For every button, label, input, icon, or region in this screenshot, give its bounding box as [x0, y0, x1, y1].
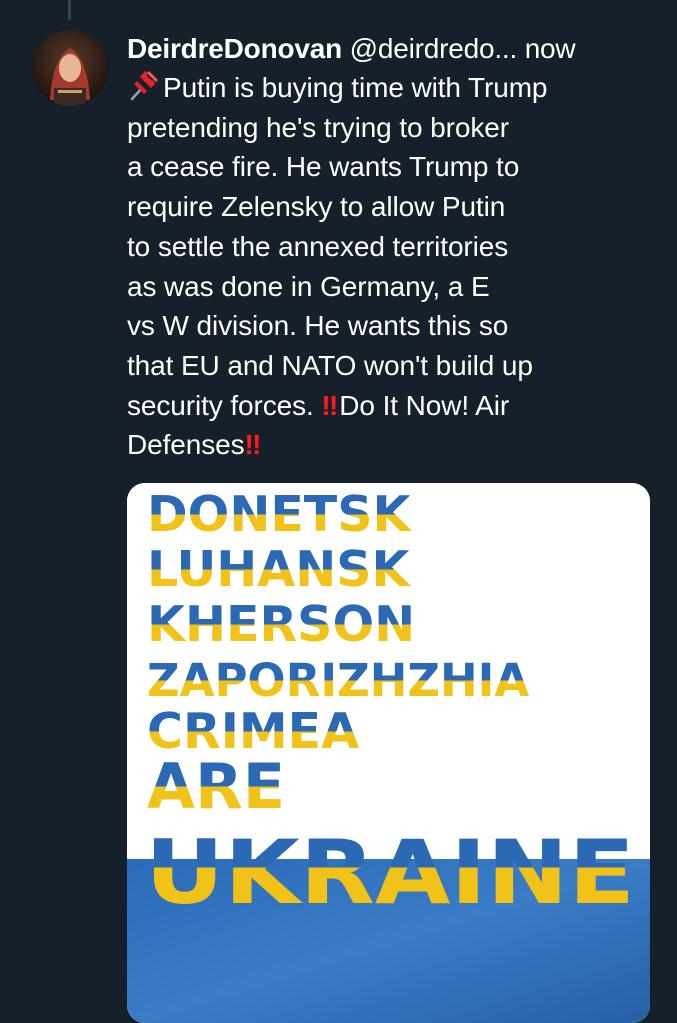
- tweet-text-line-5: to settle the annexed territories: [127, 230, 509, 262]
- tweet-text-line-7: vs W division. He wants this so: [127, 310, 509, 342]
- double-exclamation-icon: ‼: [321, 389, 338, 421]
- avatar[interactable]: [32, 30, 108, 106]
- tweet-text-line-2: pretending he's trying to broker: [127, 111, 509, 143]
- display-name[interactable]: DeirdreDonovan: [127, 33, 342, 64]
- ukraine-poster: DONETSK LUHANSK KHERSON ZAPORIZHZHIA CRI…: [127, 483, 650, 1023]
- tweet-text-line-3: a cease fire. He wants Trump to: [127, 151, 520, 183]
- tweet-header: DeirdreDonovan @deirdredo... now: [127, 30, 657, 68]
- avatar-image: [32, 30, 108, 106]
- tweet-text-line: Putin is buying time with Trump: [127, 68, 657, 108]
- timestamp[interactable]: now: [525, 33, 576, 64]
- tweet-text-line-6: as was done in Germany, a E: [127, 270, 490, 302]
- tweet-text-segment: Defenses: [127, 429, 245, 461]
- poster-word-kherson: KHERSON: [147, 596, 415, 653]
- poster-word-luhansk: LUHANSK: [147, 541, 411, 598]
- pushpin-icon: [127, 69, 163, 101]
- tweet-text-segment: security forces.: [127, 389, 314, 421]
- tweet-media-image[interactable]: DONETSK LUHANSK KHERSON ZAPORIZHZHIA CRI…: [127, 483, 650, 1023]
- thread-connector-line: [68, 0, 71, 20]
- tweet-text-line-8: that EU and NATO won't build up: [127, 349, 533, 381]
- poster-word-donetsk: DONETSK: [147, 486, 413, 543]
- poster-word-zaporizhzhia: ZAPORIZHZHIA: [147, 654, 529, 707]
- tweet-text-segment: Do It Now! Air: [339, 389, 510, 421]
- poster-word-are: ARE: [147, 750, 285, 823]
- handle[interactable]: @deirdredo...: [350, 33, 518, 64]
- tweet-text-line-10: Defenses‼: [127, 425, 657, 465]
- tweet-text-line-4: require Zelensky to allow Putin: [127, 191, 506, 223]
- tweet-text-line-1: Putin is buying time with Trump: [163, 72, 548, 103]
- poster-word-ukraine: UKRAINE: [145, 821, 635, 924]
- tweet-body[interactable]: DeirdreDonovan @deirdredo... now Putin i…: [127, 30, 657, 465]
- tweet-text: Putin is buying time with Trump pretendi…: [127, 68, 657, 465]
- tweet-text-line-9: security forces. ‼ Do It Now! Air: [127, 386, 657, 426]
- double-exclamation-icon: ‼: [244, 429, 262, 461]
